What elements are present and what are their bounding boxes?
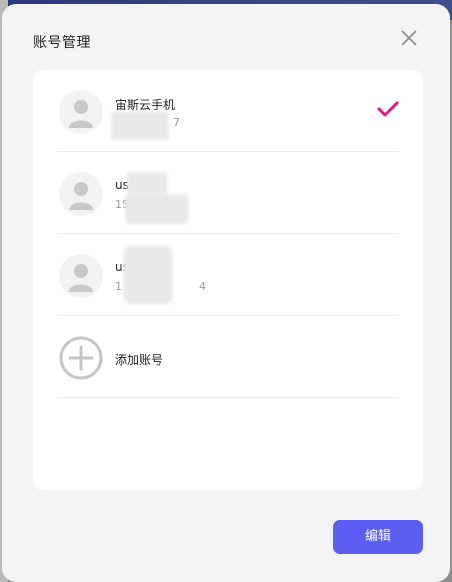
privacy-mask [125, 194, 189, 224]
add-account-label: 添加账号 [115, 353, 164, 367]
privacy-mask [123, 246, 173, 304]
account-management-dialog: 账号管理 宙斯云手机 7 us 15 us 1 4 添加账号 编辑 [2, 4, 450, 582]
add-account-item[interactable]: 添加账号 [57, 316, 399, 398]
edit-button[interactable]: 编辑 [333, 520, 423, 554]
account-item[interactable]: us 15 [57, 152, 399, 234]
privacy-mask [111, 112, 169, 140]
account-number: 1 [115, 280, 122, 293]
user-avatar-icon [69, 182, 93, 210]
account-number-tail: 4 [199, 280, 206, 293]
avatar [59, 254, 103, 298]
close-button[interactable] [400, 29, 418, 47]
privacy-mask [127, 172, 167, 194]
avatar [59, 172, 103, 216]
avatar [59, 90, 103, 134]
plus-circle-icon [59, 336, 103, 380]
dialog-title: 账号管理 [33, 35, 91, 51]
account-list-card: 宙斯云手机 7 us 15 us 1 4 添加账号 [33, 70, 423, 490]
close-icon [401, 30, 417, 46]
selected-check-icon [377, 101, 399, 117]
user-avatar-icon [69, 100, 93, 128]
user-avatar-icon [69, 264, 93, 292]
account-item[interactable]: us 1 4 [57, 234, 399, 316]
account-item[interactable]: 宙斯云手机 7 [57, 70, 399, 152]
account-name: 宙斯云手机 [115, 98, 176, 112]
account-number: 7 [173, 116, 180, 129]
